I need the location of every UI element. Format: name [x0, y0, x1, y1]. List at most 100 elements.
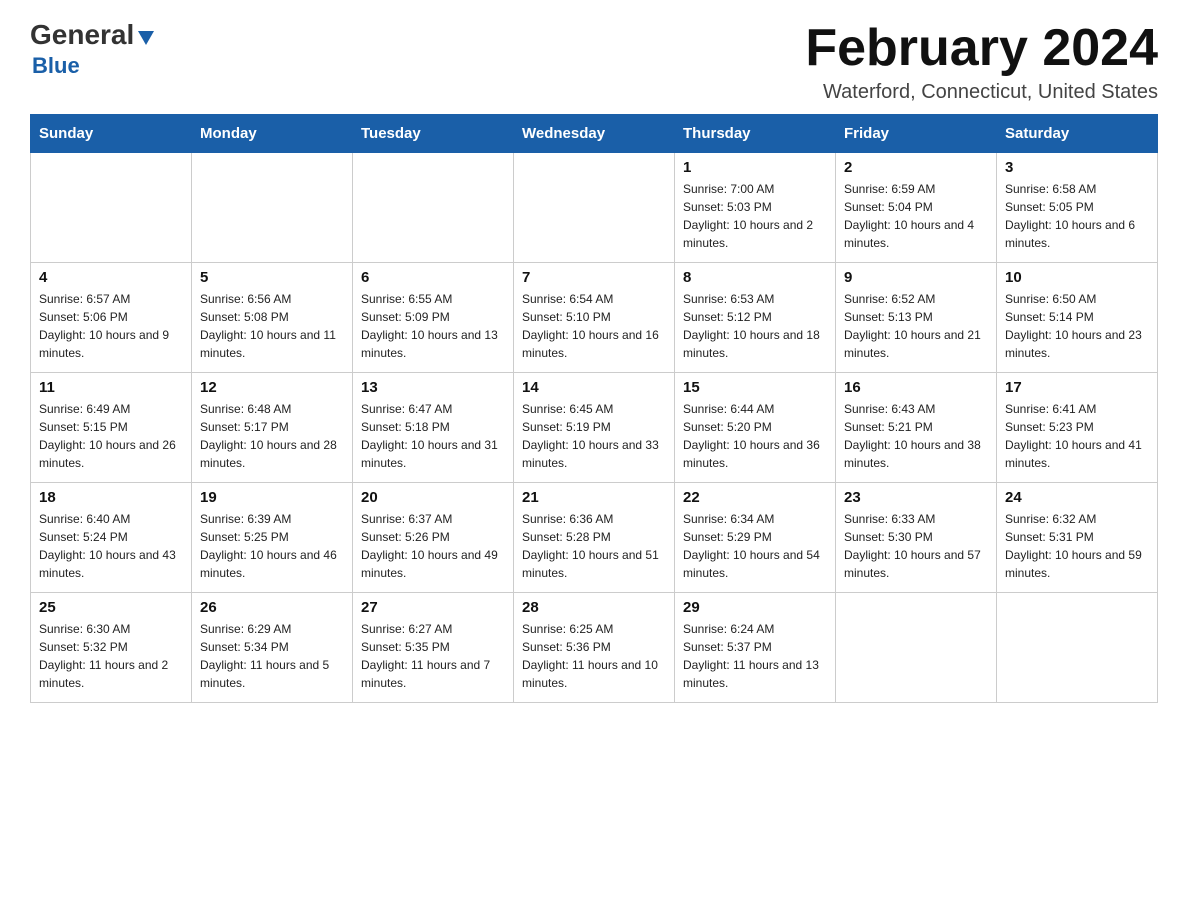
day-number: 5 — [200, 269, 344, 286]
day-info: Sunrise: 6:47 AMSunset: 5:18 PMDaylight:… — [361, 400, 505, 472]
day-info: Sunrise: 6:44 AMSunset: 5:20 PMDaylight:… — [683, 400, 827, 472]
day-info: Sunrise: 6:30 AMSunset: 5:32 PMDaylight:… — [39, 620, 183, 692]
calendar-cell: 2Sunrise: 6:59 AMSunset: 5:04 PMDaylight… — [836, 153, 997, 263]
calendar-cell: 20 Sunrise: 6:37 AMSunset: 5:26 PMDayligh… — [353, 483, 514, 593]
day-info: Sunrise: 6:32 AMSunset: 5:31 PMDaylight:… — [1005, 510, 1149, 582]
calendar-cell: 17 Sunrise: 6:41 AMSunset: 5:23 PMDayligh… — [997, 373, 1158, 483]
calendar-cell: 21 Sunrise: 6:36 AMSunset: 5:28 PMDayligh… — [514, 483, 675, 593]
calendar-cell: 14 Sunrise: 6:45 AMSunset: 5:19 PMDayligh… — [514, 373, 675, 483]
day-info: Sunrise: 6:36 AMSunset: 5:28 PMDaylight:… — [522, 510, 666, 582]
calendar-cell — [353, 153, 514, 263]
day-info: Sunrise: 6:29 AMSunset: 5:34 PMDaylight:… — [200, 620, 344, 692]
day-number: 26 — [200, 599, 344, 616]
day-info: Sunrise: 6:33 AMSunset: 5:30 PMDaylight:… — [844, 510, 988, 582]
day-number: 29 — [683, 599, 827, 616]
calendar-cell: 3 Sunrise: 6:58 AMSunset: 5:05 PMDaylight… — [997, 153, 1158, 263]
header-wednesday: Wednesday — [514, 115, 675, 153]
header-monday: Monday — [192, 115, 353, 153]
week-row-3: 18Sunrise: 6:40 AMSunset: 5:24 PMDayligh… — [31, 483, 1158, 593]
day-number: 18 — [39, 489, 183, 506]
calendar-cell: 7 Sunrise: 6:54 AMSunset: 5:10 PMDaylight… — [514, 263, 675, 373]
header-friday: Friday — [836, 115, 997, 153]
day-info: Sunrise: 6:53 AMSunset: 5:12 PMDaylight:… — [683, 290, 827, 362]
calendar-cell: 11 Sunrise: 6:49 AMSunset: 5:15 PMDayligh… — [31, 373, 192, 483]
day-info: Sunrise: 6:57 AMSunset: 5:06 PMDaylight:… — [39, 290, 183, 362]
day-number: 22 — [683, 489, 827, 506]
location: Waterford, Connecticut, United States — [805, 81, 1158, 104]
day-info: Sunrise: 6:37 AMSunset: 5:26 PMDaylight:… — [361, 510, 505, 582]
day-info: Sunrise: 6:45 AMSunset: 5:19 PMDaylight:… — [522, 400, 666, 472]
day-number: 20 — [361, 489, 505, 506]
calendar-cell: 26 Sunrise: 6:29 AMSunset: 5:34 PMDayligh… — [192, 593, 353, 703]
day-number: 12 — [200, 379, 344, 396]
day-number: 7 — [522, 269, 666, 286]
calendar-cell: 23 Sunrise: 6:33 AMSunset: 5:30 PMDayligh… — [836, 483, 997, 593]
day-number: 23 — [844, 489, 988, 506]
day-info: Sunrise: 6:27 AMSunset: 5:35 PMDaylight:… — [361, 620, 505, 692]
calendar-header-row: Sunday Monday Tuesday Wednesday Thursday… — [31, 115, 1158, 153]
calendar-cell — [836, 593, 997, 703]
day-info: Sunrise: 6:39 AMSunset: 5:25 PMDaylight:… — [200, 510, 344, 582]
calendar-cell: 18Sunrise: 6:40 AMSunset: 5:24 PMDayligh… — [31, 483, 192, 593]
calendar-cell: 1 Sunrise: 7:00 AMSunset: 5:03 PMDaylight… — [675, 153, 836, 263]
day-info: Sunrise: 6:50 AMSunset: 5:14 PMDaylight:… — [1005, 290, 1149, 362]
calendar-cell: 25Sunrise: 6:30 AMSunset: 5:32 PMDayligh… — [31, 593, 192, 703]
day-info: Sunrise: 6:24 AMSunset: 5:37 PMDaylight:… — [683, 620, 827, 692]
day-info: Sunrise: 6:41 AMSunset: 5:23 PMDaylight:… — [1005, 400, 1149, 472]
day-number: 28 — [522, 599, 666, 616]
logo: General Blue — [30, 20, 156, 79]
calendar-cell: 4 Sunrise: 6:57 AMSunset: 5:06 PMDaylight… — [31, 263, 192, 373]
calendar-cell: 13 Sunrise: 6:47 AMSunset: 5:18 PMDayligh… — [353, 373, 514, 483]
day-number: 27 — [361, 599, 505, 616]
day-info: Sunrise: 6:56 AMSunset: 5:08 PMDaylight:… — [200, 290, 344, 362]
week-row-4: 25Sunrise: 6:30 AMSunset: 5:32 PMDayligh… — [31, 593, 1158, 703]
header-tuesday: Tuesday — [353, 115, 514, 153]
calendar-cell — [192, 153, 353, 263]
logo-arrow-icon — [136, 27, 156, 47]
calendar-cell: 9 Sunrise: 6:52 AMSunset: 5:13 PMDaylight… — [836, 263, 997, 373]
calendar-cell: 27 Sunrise: 6:27 AMSunset: 5:35 PMDayligh… — [353, 593, 514, 703]
logo-blue: Blue — [32, 53, 80, 79]
day-number: 9 — [844, 269, 988, 286]
day-info: Sunrise: 6:58 AMSunset: 5:05 PMDaylight:… — [1005, 180, 1149, 252]
day-number: 15 — [683, 379, 827, 396]
month-title: February 2024 — [805, 20, 1158, 77]
calendar-cell: 24 Sunrise: 6:32 AMSunset: 5:31 PMDayligh… — [997, 483, 1158, 593]
day-info: Sunrise: 6:54 AMSunset: 5:10 PMDaylight:… — [522, 290, 666, 362]
calendar-cell: 29 Sunrise: 6:24 AMSunset: 5:37 PMDayligh… — [675, 593, 836, 703]
calendar-cell: 5 Sunrise: 6:56 AMSunset: 5:08 PMDaylight… — [192, 263, 353, 373]
calendar-cell: 12 Sunrise: 6:48 AMSunset: 5:17 PMDayligh… — [192, 373, 353, 483]
calendar-cell: 19 Sunrise: 6:39 AMSunset: 5:25 PMDayligh… — [192, 483, 353, 593]
day-number: 11 — [39, 379, 183, 396]
day-info: Sunrise: 7:00 AMSunset: 5:03 PMDaylight:… — [683, 180, 827, 252]
day-number: 8 — [683, 269, 827, 286]
day-number: 17 — [1005, 379, 1149, 396]
day-number: 24 — [1005, 489, 1149, 506]
week-row-0: 1 Sunrise: 7:00 AMSunset: 5:03 PMDaylight… — [31, 153, 1158, 263]
week-row-2: 11 Sunrise: 6:49 AMSunset: 5:15 PMDayligh… — [31, 373, 1158, 483]
calendar-cell: 15 Sunrise: 6:44 AMSunset: 5:20 PMDayligh… — [675, 373, 836, 483]
day-number: 2 — [844, 159, 988, 176]
day-info: Sunrise: 6:55 AMSunset: 5:09 PMDaylight:… — [361, 290, 505, 362]
day-info: Sunrise: 6:52 AMSunset: 5:13 PMDaylight:… — [844, 290, 988, 362]
calendar-cell: 16Sunrise: 6:43 AMSunset: 5:21 PMDayligh… — [836, 373, 997, 483]
calendar-cell: 22Sunrise: 6:34 AMSunset: 5:29 PMDayligh… — [675, 483, 836, 593]
day-number: 3 — [1005, 159, 1149, 176]
day-number: 1 — [683, 159, 827, 176]
week-row-1: 4 Sunrise: 6:57 AMSunset: 5:06 PMDaylight… — [31, 263, 1158, 373]
calendar-cell: 6 Sunrise: 6:55 AMSunset: 5:09 PMDaylight… — [353, 263, 514, 373]
day-number: 6 — [361, 269, 505, 286]
day-number: 4 — [39, 269, 183, 286]
day-number: 13 — [361, 379, 505, 396]
day-number: 21 — [522, 489, 666, 506]
calendar-cell: 8 Sunrise: 6:53 AMSunset: 5:12 PMDaylight… — [675, 263, 836, 373]
page-header: General Blue February 2024 Waterford, Co… — [30, 20, 1158, 104]
day-info: Sunrise: 6:49 AMSunset: 5:15 PMDaylight:… — [39, 400, 183, 472]
day-number: 19 — [200, 489, 344, 506]
calendar-table: Sunday Monday Tuesday Wednesday Thursday… — [30, 114, 1158, 703]
title-area: February 2024 Waterford, Connecticut, Un… — [805, 20, 1158, 104]
day-info: Sunrise: 6:48 AMSunset: 5:17 PMDaylight:… — [200, 400, 344, 472]
header-sunday: Sunday — [31, 115, 192, 153]
day-info: Sunrise: 6:43 AMSunset: 5:21 PMDaylight:… — [844, 400, 988, 472]
day-number: 14 — [522, 379, 666, 396]
